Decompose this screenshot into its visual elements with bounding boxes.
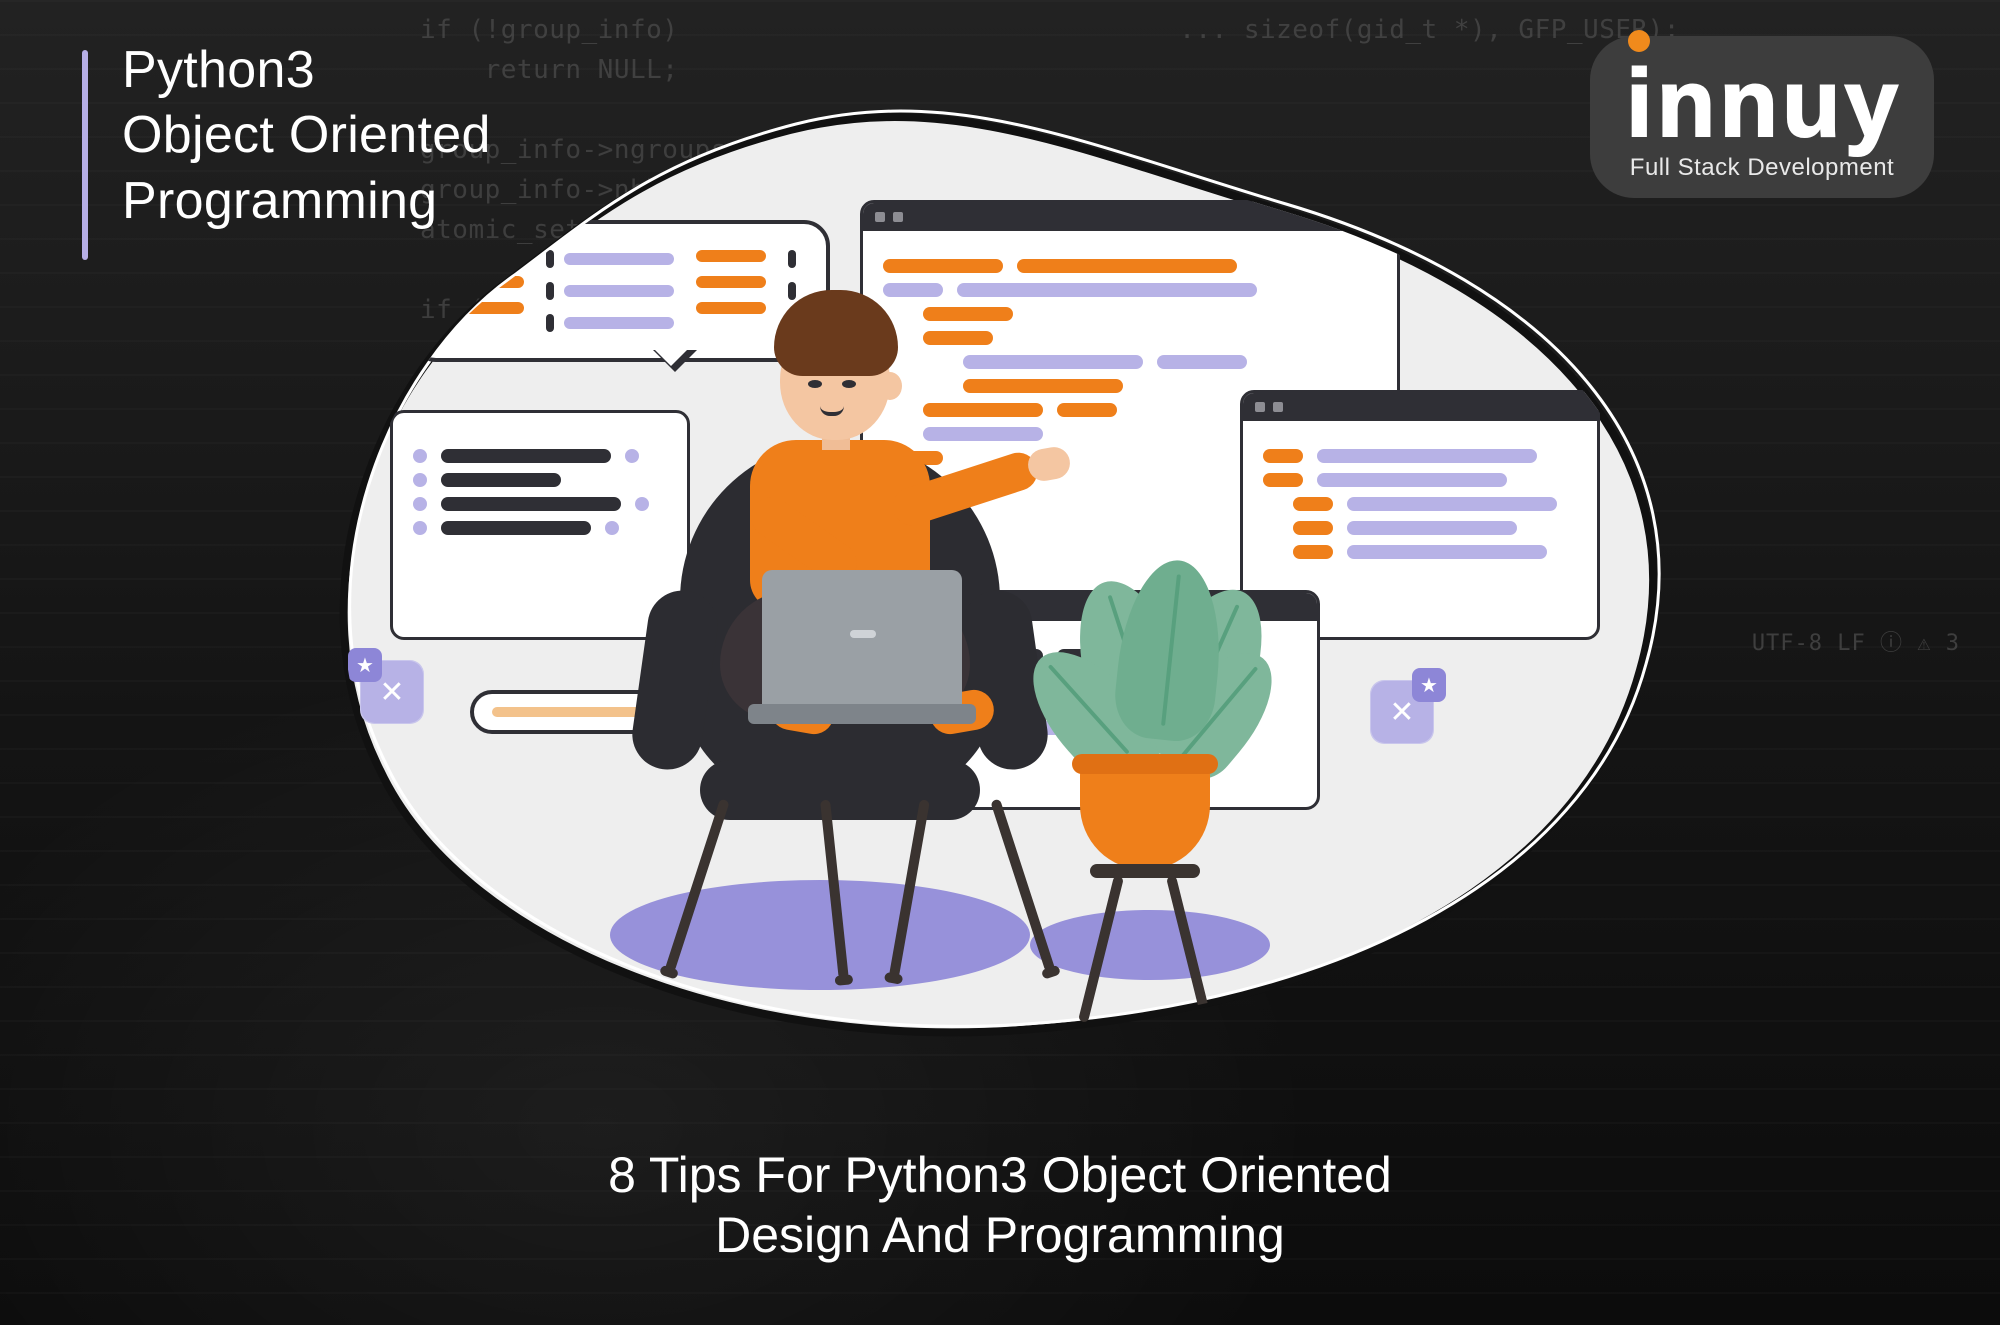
code-window [390,410,690,640]
laptop [762,570,962,710]
logo-letter: n [1719,56,1778,152]
developer [780,320,890,440]
chair-legs [840,800,842,802]
illustration: ✕ ★ ✕ ★ [260,70,1700,1110]
badge-icon: ✕ ★ [360,660,424,724]
hero-card: if (!group_info) ... sizeof(gid_t *), GF… [0,0,2000,1325]
editor-statusbar: UTF-8 LF ⓘ ⚠ 3 [1752,625,1960,657]
caption-line: 8 Tips For Python3 Object Oriented [0,1145,2000,1205]
floor-shadow [1030,910,1270,980]
caption: 8 Tips For Python3 Object Oriented Desig… [0,1145,2000,1265]
accent-rule [82,50,88,260]
star-icon: ★ [1412,668,1446,702]
badge-icon: ✕ ★ [1370,680,1434,744]
star-icon: ★ [348,648,382,682]
caption-line: Design And Programming [0,1205,2000,1265]
plant [1080,760,1210,870]
logo-letter: u [1782,56,1841,152]
logo-letter: y [1845,56,1898,152]
